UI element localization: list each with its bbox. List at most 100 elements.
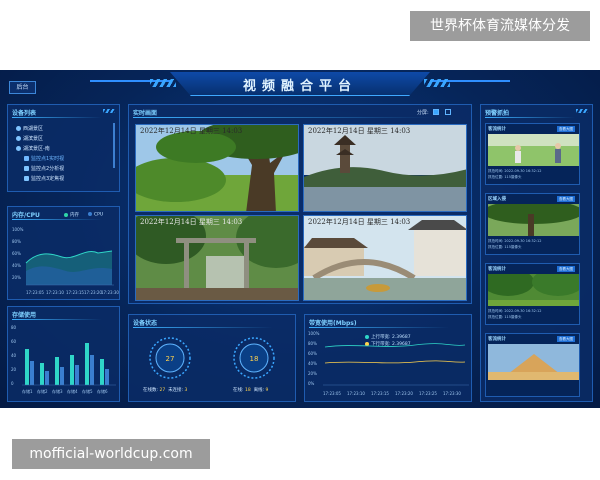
bandwidth-chart: 100% 80% 60% 40% 20% 0% 17:23:05 17:23:1…	[308, 331, 469, 396]
alert-title: 客流统计	[488, 337, 506, 342]
gauge-stats-right: 在线: 18 离线: 9	[233, 388, 269, 393]
storage-chart: 80 60 40 20 0 存储1 存储2 存储3 存储4 存储5 存储6	[11, 325, 116, 394]
panel-title: 带宽使用(Mbps)	[309, 320, 357, 327]
y-tick: 80%	[308, 341, 317, 346]
storage-panel: 存储使用 80 60 40 20 0 存储1 存储2 存储3 存储4 存储5 存…	[7, 306, 120, 402]
y-tick: 40%	[308, 361, 317, 366]
gauge-stats-left: 在线数: 27 未连接: 3	[143, 388, 188, 393]
header: 视频融合平台 后台	[0, 70, 600, 98]
y-tick: 60	[11, 339, 17, 344]
y-tick: 100%	[308, 331, 320, 336]
alert-title: 客流统计	[488, 127, 506, 132]
location-pin-icon	[16, 126, 21, 131]
video-cell-3[interactable]: 2022年12月14日 星期三 14:03	[135, 215, 299, 301]
screenshot-root: 世界杯体育流媒体分发 视频融合平台 后台 设备列表 西湖景区 湖滨景区 湖滨景区…	[0, 0, 600, 480]
panel-title-underline	[12, 319, 102, 320]
location-pin-icon	[16, 136, 21, 141]
memory-cpu-chart: 100% 80% 60% 40% 20% 17:23:05 17:23:10 1…	[12, 227, 119, 295]
scrollbar[interactable]	[113, 123, 115, 168]
tree-item-camera-active[interactable]: 监控点1实时视	[24, 155, 64, 163]
view-large-button[interactable]: 查看大图	[557, 196, 575, 202]
panel-title: 存储使用	[12, 312, 37, 319]
panel-title: 实时画面	[133, 110, 158, 117]
y-tick: 20%	[12, 275, 21, 280]
gauge-value: 27	[166, 355, 175, 363]
tree-item[interactable]: 湖滨景区	[16, 135, 43, 143]
y-tick: 60%	[12, 251, 21, 256]
view-large-button[interactable]: 查看大图	[557, 126, 575, 132]
storage-bar	[70, 355, 74, 385]
video-cell-1[interactable]: 2022年12月14日 星期三 14:03	[135, 124, 299, 212]
gauge-value: 18	[250, 355, 259, 363]
storage-bar	[45, 371, 49, 385]
dashboard: 视频融合平台 后台 设备列表 西湖景区 湖滨景区 湖滨景区-南 监控点1实时视 …	[0, 70, 600, 408]
storage-bar	[85, 343, 89, 385]
video-cell-4[interactable]: 2022年12月14日 星期三 14:03	[303, 215, 467, 301]
gauge-online: 18	[233, 337, 275, 379]
alert-card[interactable]: 区域入侵 查看大图 抓拍时间: 2022-09-30 16:32:12 抓拍位置…	[485, 193, 580, 255]
tree-item[interactable]: 湖滨景区-南	[16, 145, 50, 153]
x-tick: 17:23:20	[395, 391, 413, 396]
panel-title-underline	[12, 219, 102, 220]
bandwidth-panel: 带宽使用(Mbps) 上行带宽: 2.39687 下行带宽: 2.39687 1…	[304, 314, 472, 402]
tree-item[interactable]: 西湖景区	[16, 125, 43, 133]
panel-title: 预警抓拍	[485, 110, 510, 117]
video-frame-park-tree	[136, 125, 298, 211]
video-frame-water-town	[304, 216, 466, 300]
watermark-bottom: mofficial-worldcup.com	[12, 439, 210, 469]
x-tick: 17:23:25	[419, 391, 437, 396]
panel-corner-stripes	[103, 109, 115, 113]
realtime-panel: 实时画面 分屏: 2022年12月14日 星期三 14:03 2022年12月1…	[128, 104, 472, 304]
alert-card[interactable]: 客流统计 查看大图 抓拍时间: 2022-09-30 16:32:12 抓拍位置…	[485, 263, 580, 325]
x-tick: 17:23:05	[26, 290, 44, 295]
y-tick: 60%	[308, 351, 317, 356]
panel-corner-stripes	[576, 109, 588, 113]
tree-item-camera[interactable]: 监控点3定焦视	[24, 175, 64, 183]
x-tick: 存储3	[52, 388, 63, 394]
x-tick: 17:23:20	[84, 290, 102, 295]
alert-title: 区域入侵	[488, 197, 506, 202]
view-large-button[interactable]: 查看大图	[557, 266, 575, 272]
x-tick: 17:23:15	[371, 391, 389, 396]
video-timestamp: 2022年12月14日 星期三 14:03	[140, 218, 243, 226]
legend-swatch	[64, 212, 68, 217]
storage-bar	[75, 365, 79, 385]
back-button[interactable]: 后台	[9, 81, 36, 94]
x-tick: 17:23:05	[323, 391, 341, 396]
tree-item-camera[interactable]: 监控点2分析视	[24, 165, 64, 173]
alert-card[interactable]: 客流统计 查看大图	[485, 333, 580, 397]
x-tick: 17:23:10	[46, 290, 64, 295]
split-9-icon[interactable]	[445, 109, 451, 115]
view-large-button[interactable]: 查看大图	[557, 336, 575, 342]
video-timestamp: 2022年12月14日 星期三 14:03	[308, 127, 411, 135]
alert-time: 抓拍时间: 2022-09-30 16:32:12	[488, 309, 542, 313]
page-title: 视频融合平台	[242, 79, 357, 94]
panel-title-underline	[485, 117, 575, 118]
split-4-icon[interactable]	[433, 109, 439, 115]
y-tick: 40%	[12, 263, 21, 268]
legend-cpu: CPU	[88, 212, 103, 218]
video-cell-2[interactable]: 2022年12月14日 星期三 14:03	[303, 124, 467, 212]
panel-title-underline	[133, 327, 273, 328]
x-tick: 17:23:10	[347, 391, 365, 396]
legend-memory: 内存	[64, 212, 79, 218]
camera-icon	[24, 176, 29, 181]
y-tick: 100%	[12, 227, 24, 232]
x-tick: 存储6	[97, 388, 108, 394]
video-timestamp: 2022年12月14日 星期三 14:03	[308, 218, 411, 226]
x-tick: 17:23:30	[101, 290, 119, 295]
alert-card[interactable]: 客流统计 查看大图 抓拍时间: 2022-09-30 16:32:12 抓拍位置…	[485, 123, 580, 185]
storage-bar	[105, 369, 109, 385]
y-tick: 0%	[308, 381, 315, 386]
x-tick: 存储1	[22, 388, 33, 394]
x-tick: 存储4	[67, 388, 78, 394]
storage-bar	[55, 357, 59, 385]
device-status-panel: 设备状态 27 18 在线数: 27 未连接: 3 在线: 18 离线: 9	[128, 314, 296, 402]
video-timestamp: 2022年12月14日 星期三 14:03	[140, 127, 243, 135]
panel-title-underline	[309, 327, 449, 328]
split-label: 分屏:	[417, 110, 429, 116]
storage-bar	[40, 363, 44, 385]
alert-location: 抓拍位置: 115摄像头	[488, 175, 522, 179]
x-tick: 17:23:15	[66, 290, 84, 295]
camera-icon	[24, 166, 29, 171]
